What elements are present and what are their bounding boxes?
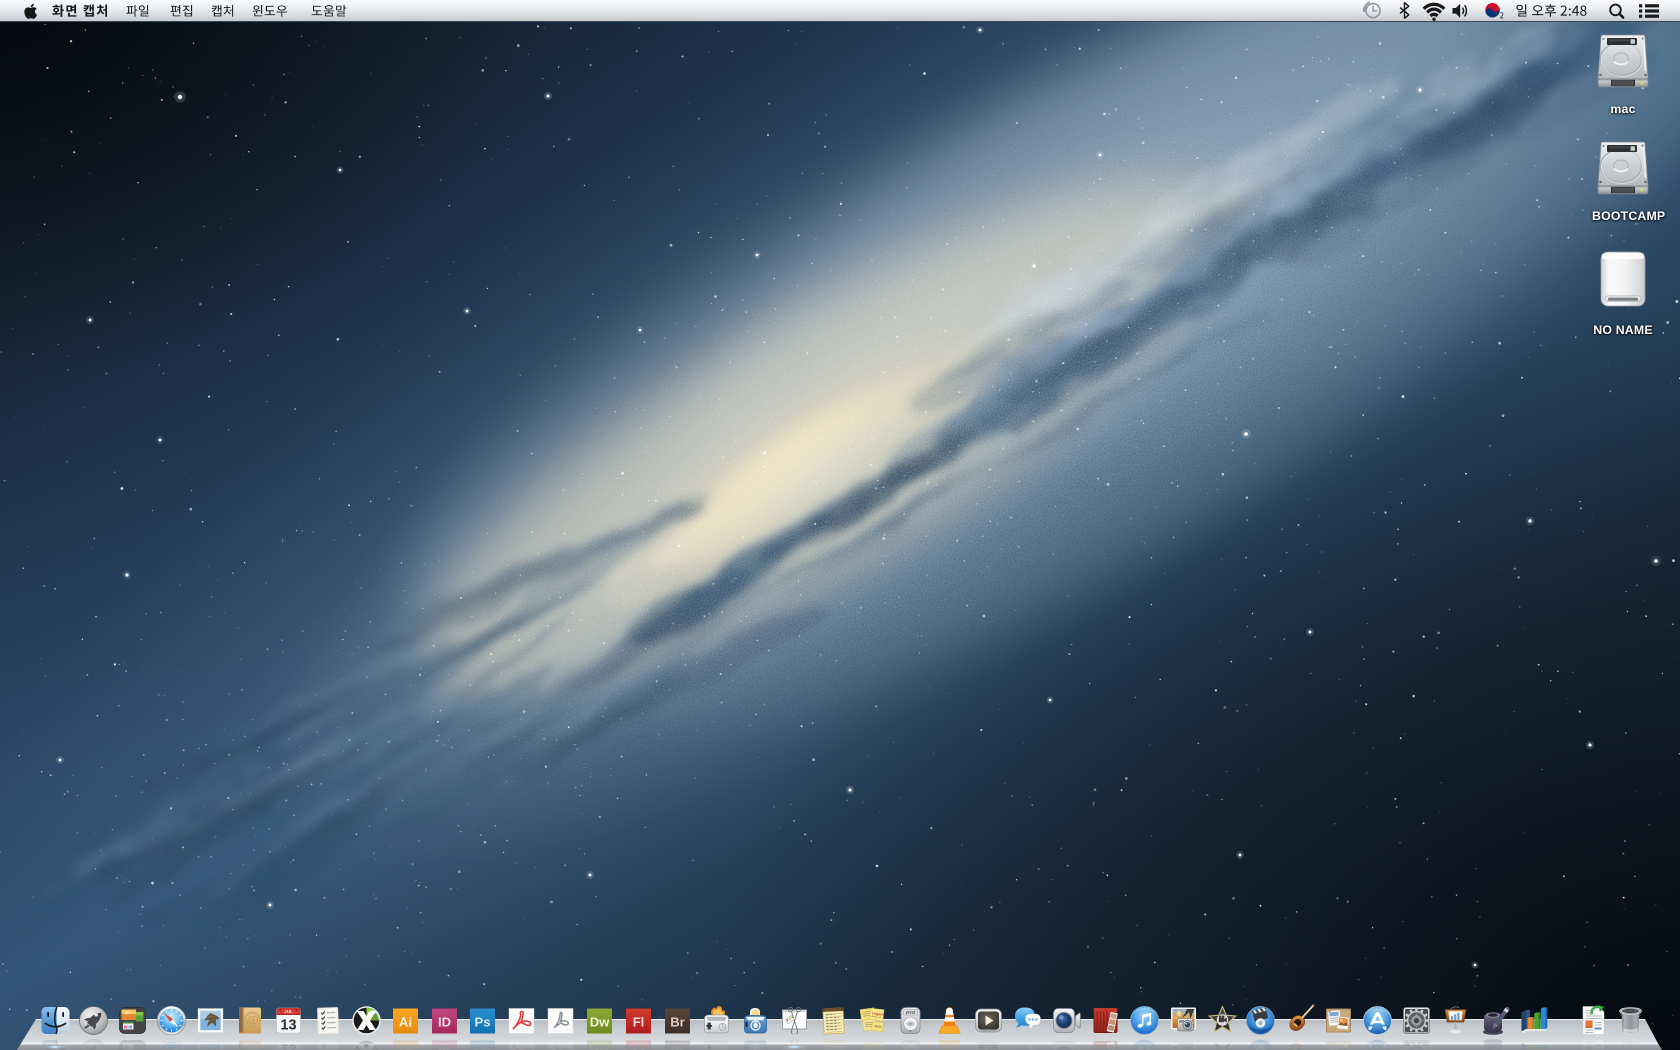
- svg-text:Ai: Ai: [399, 1015, 412, 1030]
- svg-text:13: 13: [280, 1018, 296, 1034]
- svg-text:@: @: [247, 1013, 259, 1028]
- svg-text:Dw: Dw: [590, 1015, 610, 1030]
- svg-text:Ps: Ps: [475, 1015, 491, 1030]
- svg-text:DVD: DVD: [905, 1010, 916, 1015]
- svg-text:ID: ID: [438, 1015, 451, 1030]
- svg-text:ToDo: ToDo: [874, 1024, 882, 1029]
- svg-text:JUL: JUL: [284, 1009, 293, 1014]
- svg-text:Fl: Fl: [633, 1015, 645, 1030]
- svg-text:Br: Br: [670, 1015, 684, 1030]
